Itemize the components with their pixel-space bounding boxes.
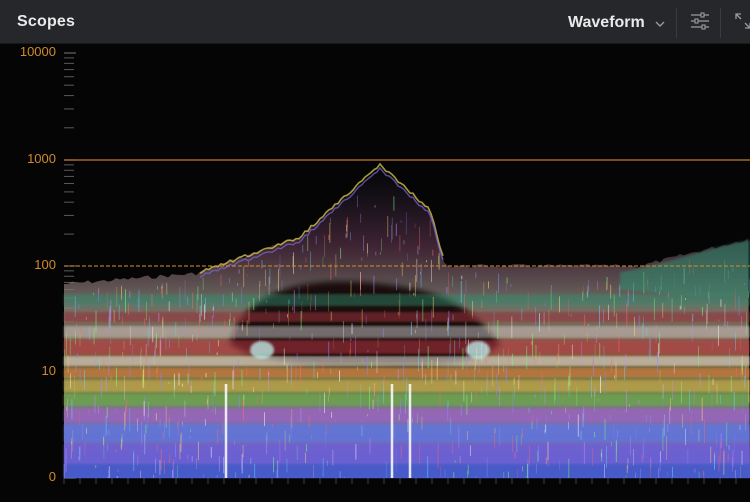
waveform-display	[63, 52, 750, 484]
waveform-band	[64, 356, 750, 366]
chevron-down-icon	[654, 17, 666, 29]
expand-icon	[734, 12, 750, 35]
scopes-titlebar: Scopes Waveform	[0, 0, 750, 44]
waveform-band	[64, 408, 750, 422]
scope-settings-button[interactable]	[686, 9, 714, 37]
waveform-band	[64, 464, 750, 478]
scale-tick-label: 0	[48, 469, 56, 484]
waveform-band	[64, 312, 750, 322]
scale-tick-label: 10	[41, 363, 56, 378]
panel-title: Scopes	[17, 13, 76, 30]
waveform-glow	[466, 341, 490, 359]
waveform-band	[64, 294, 750, 306]
toolbar-divider	[676, 8, 677, 38]
sliders-icon	[689, 11, 711, 36]
scale-tick-label: 100	[34, 257, 56, 272]
toolbar-divider	[720, 8, 721, 38]
waveform-band	[64, 444, 750, 464]
scale-tick-label: 1000	[27, 151, 56, 166]
scope-mode-label: Waveform	[568, 14, 645, 31]
scope-mode-dropdown[interactable]: Waveform	[568, 8, 674, 38]
waveform-band	[64, 340, 750, 354]
waveform-band	[64, 368, 750, 378]
expand-scope-button[interactable]	[729, 9, 750, 37]
scale-tick-label: 10000	[19, 44, 56, 59]
waveform-glow	[250, 341, 274, 359]
scopes-panel: Scopes Waveform 10000 1000 100 10 0	[0, 0, 750, 502]
waveform-band	[64, 424, 750, 442]
waveform-scope: 10000 1000 100 10 0	[0, 44, 750, 502]
